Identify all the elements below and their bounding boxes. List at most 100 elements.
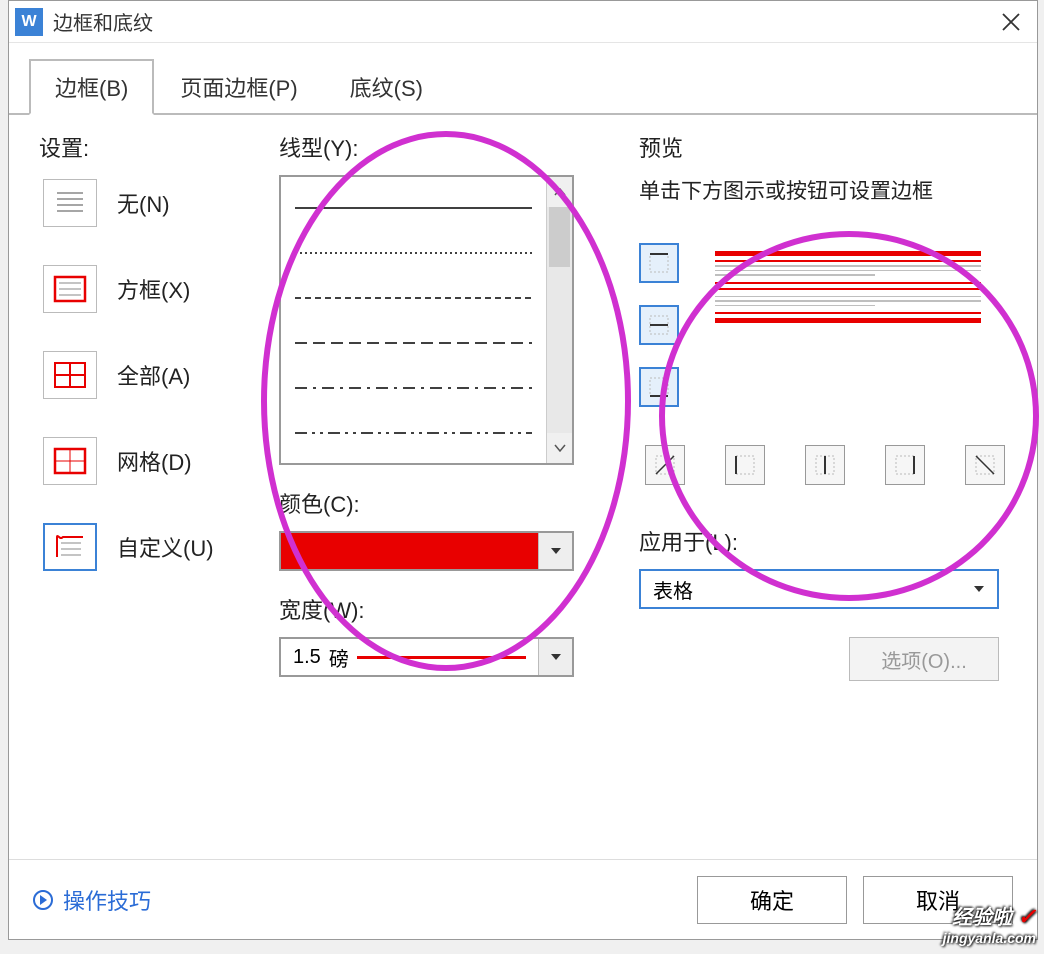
- width-unit: 磅: [329, 643, 349, 672]
- scroll-track[interactable]: [547, 207, 572, 433]
- dialog-footer: 操作技巧 确定 取消: [9, 859, 1037, 939]
- setting-custom[interactable]: 自定义(U): [39, 519, 259, 575]
- border-top-icon: [647, 251, 671, 275]
- settings-label: 设置:: [39, 131, 259, 163]
- preview-canvas[interactable]: [703, 235, 993, 415]
- app-icon: W: [15, 8, 43, 36]
- style-column: 线型(Y): 颜色(C):: [279, 131, 609, 681]
- width-dropdown-arrow[interactable]: [538, 639, 572, 675]
- borders-shading-dialog: W 边框和底纹 边框(B) 页面边框(P) 底纹(S) 设置: 无(N) 方框(: [8, 0, 1038, 940]
- line-style-label: 线型(Y):: [279, 131, 609, 163]
- settings-column: 设置: 无(N) 方框(X) 全部(A): [39, 131, 259, 681]
- titlebar: W 边框和底纹: [9, 1, 1037, 43]
- tab-border[interactable]: 边框(B): [29, 59, 154, 115]
- preview-border-top-inner: [715, 260, 981, 262]
- border-horizontal-icon: [647, 313, 671, 337]
- play-icon: [33, 890, 53, 910]
- setting-grid[interactable]: 网格(D): [39, 433, 259, 489]
- border-diagonal-down-button[interactable]: [965, 445, 1005, 485]
- border-vertical-icon: [813, 453, 837, 477]
- setting-all-icon: [43, 351, 97, 399]
- preview-text-line: [715, 270, 981, 272]
- width-value: 1.5: [293, 646, 321, 669]
- border-bottom-button[interactable]: [639, 367, 679, 407]
- caret-down-icon: [550, 653, 562, 661]
- border-right-icon: [893, 453, 917, 477]
- setting-grid-label: 网格(D): [117, 445, 192, 477]
- width-sample-line: [357, 656, 526, 659]
- ok-button[interactable]: 确定: [697, 876, 847, 924]
- line-scrollbar[interactable]: [546, 177, 572, 463]
- apply-to-section: 应用于(L): 表格 选项(O)...: [639, 525, 1017, 681]
- apply-to-value: 表格: [653, 575, 693, 604]
- setting-none-icon: [43, 179, 97, 227]
- border-buttons-left: [639, 243, 679, 407]
- border-horizontal-button[interactable]: [639, 305, 679, 345]
- tips-link-text: 操作技巧: [63, 884, 151, 916]
- preview-text-line: [715, 305, 875, 307]
- scroll-up-button[interactable]: [547, 177, 572, 207]
- chevron-down-icon: [554, 444, 566, 452]
- scroll-down-button[interactable]: [547, 433, 572, 463]
- setting-none-label: 无(N): [117, 187, 170, 219]
- line-list-inner: [281, 177, 546, 463]
- preview-border-mid-upper: [715, 282, 981, 284]
- scroll-thumb[interactable]: [549, 207, 570, 267]
- line-style-list[interactable]: [279, 175, 574, 465]
- tab-shading[interactable]: 底纹(S): [324, 59, 449, 115]
- apply-to-label: 应用于(L):: [639, 525, 1017, 557]
- preview-border-mid-lower: [715, 288, 981, 290]
- setting-box[interactable]: 方框(X): [39, 261, 259, 317]
- border-diagonal-icon: [653, 453, 677, 477]
- dialog-title: 边框和底纹: [53, 7, 153, 36]
- border-buttons-bottom: [645, 445, 1017, 485]
- border-vertical-button[interactable]: [805, 445, 845, 485]
- border-bottom-icon: [647, 375, 671, 399]
- tab-page-border[interactable]: 页面边框(P): [154, 59, 323, 115]
- color-swatch: [281, 533, 538, 569]
- line-dashed[interactable]: [295, 328, 532, 358]
- line-solid[interactable]: [295, 193, 532, 223]
- line-dashed-fine[interactable]: [295, 283, 532, 313]
- border-top-button[interactable]: [639, 243, 679, 283]
- border-left-button[interactable]: [725, 445, 765, 485]
- preview-border-bottom-outer: [715, 318, 981, 323]
- preview-border-top-outer: [715, 251, 981, 256]
- tips-link[interactable]: 操作技巧: [33, 884, 151, 916]
- setting-all-label: 全部(A): [117, 359, 190, 391]
- close-button[interactable]: [991, 2, 1031, 42]
- caret-down-icon: [973, 585, 985, 593]
- setting-grid-icon: [43, 437, 97, 485]
- caret-down-icon: [550, 547, 562, 555]
- width-content: 1.5 磅: [281, 643, 538, 672]
- border-diagonal-down-icon: [973, 453, 997, 477]
- setting-none[interactable]: 无(N): [39, 175, 259, 231]
- setting-box-icon: [43, 265, 97, 313]
- watermark-text-top: 经验啦: [952, 907, 1012, 929]
- setting-all[interactable]: 全部(A): [39, 347, 259, 403]
- preview-text-line: [715, 296, 981, 298]
- border-diagonal-button[interactable]: [645, 445, 685, 485]
- options-button: 选项(O)...: [849, 637, 999, 681]
- line-dotted[interactable]: [295, 238, 532, 268]
- preview-text-line: [715, 265, 981, 267]
- setting-box-label: 方框(X): [117, 273, 190, 305]
- close-icon: [1001, 12, 1021, 32]
- color-dropdown[interactable]: [279, 531, 574, 571]
- preview-hint: 单击下方图示或按钮可设置边框: [639, 175, 1017, 205]
- line-dash-dot[interactable]: [295, 373, 532, 403]
- color-dropdown-arrow[interactable]: [538, 533, 572, 569]
- preview-area: [639, 235, 1017, 485]
- checkmark-icon: ✓: [1018, 904, 1036, 929]
- setting-custom-icon: [43, 523, 97, 571]
- preview-text-line: [715, 274, 875, 276]
- color-label: 颜色(C):: [279, 487, 609, 519]
- width-dropdown[interactable]: 1.5 磅: [279, 637, 574, 677]
- border-right-button[interactable]: [885, 445, 925, 485]
- preview-label: 预览: [639, 131, 1017, 163]
- preview-text-line: [715, 300, 981, 302]
- chevron-up-icon: [554, 188, 566, 196]
- apply-to-dropdown[interactable]: 表格: [639, 569, 999, 609]
- watermark-text-bottom: jingyanla.com: [943, 930, 1036, 946]
- line-dash-dot-dot[interactable]: [295, 418, 532, 448]
